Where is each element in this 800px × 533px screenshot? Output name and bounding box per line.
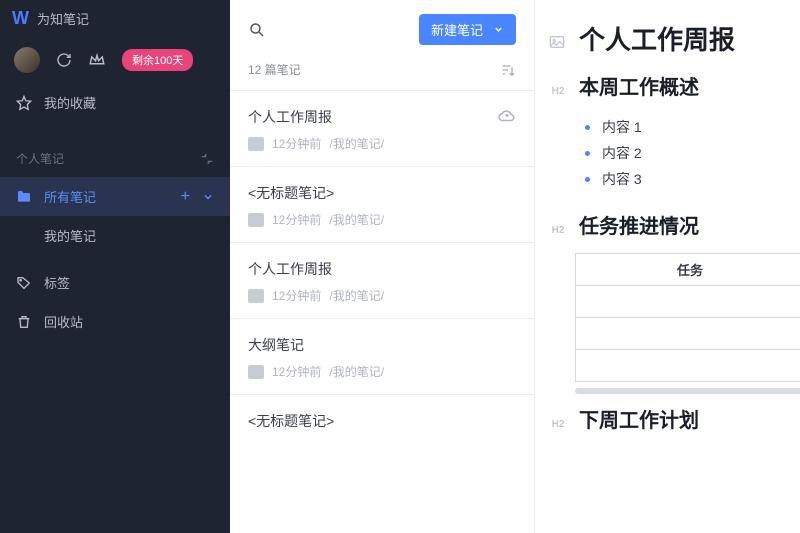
bullet-item[interactable]: 内容 3	[585, 166, 796, 192]
cloud-upload-icon[interactable]	[498, 107, 516, 125]
note-meta: 12分钟前/我的笔记/	[248, 211, 516, 228]
note-time: 12分钟前	[272, 211, 321, 228]
note-list-panel: 新建笔记 12 篇笔记 个人工作周报 12分钟前/我的笔记/ <无标题笔记> 12分钟…	[230, 0, 535, 533]
nav-label: 标签	[44, 273, 70, 292]
note-title: <无标题笔记>	[248, 411, 516, 431]
nav-my-notes[interactable]: 我的笔记	[0, 216, 230, 255]
note-time: 12分钟前	[272, 287, 321, 304]
note-meta: 12分钟前/我的笔记/	[248, 135, 516, 152]
note-path: /我的笔记/	[329, 135, 384, 152]
chevron-down-icon[interactable]	[202, 191, 214, 203]
section-personal: 个人笔记	[0, 140, 230, 177]
button-label: 新建笔记	[431, 20, 483, 39]
note-type-icon	[248, 289, 264, 303]
bullet-text: 内容 1	[602, 117, 642, 137]
note-card[interactable]: 个人工作周报 12分钟前/我的笔记/	[230, 90, 534, 166]
heading[interactable]: 任务推进情况	[579, 210, 699, 239]
nav-trash[interactable]: 回收站	[0, 302, 230, 341]
nav-label: 回收站	[44, 312, 83, 331]
note-type-icon	[248, 365, 264, 379]
note-path: /我的笔记/	[329, 211, 384, 228]
search-icon[interactable]	[248, 21, 266, 39]
bullet-item[interactable]: 内容 1	[585, 114, 796, 140]
list-subheader: 12 篇笔记	[230, 55, 534, 90]
app-header: W 为知笔记	[0, 0, 230, 37]
nav-all-notes[interactable]: 所有笔记 +	[0, 177, 230, 216]
add-icon[interactable]: +	[181, 188, 190, 206]
note-title: 大纲笔记	[248, 335, 516, 355]
note-title: <无标题笔记>	[248, 183, 516, 203]
heading[interactable]: 本周工作概述	[579, 71, 699, 100]
table-scrollbar[interactable]	[575, 388, 800, 394]
profile-row: 剩余100天	[0, 37, 230, 83]
nav-label: 我的笔记	[44, 229, 96, 244]
nav-favorites[interactable]: 我的收藏	[0, 83, 230, 122]
note-title: 个人工作周报	[248, 107, 516, 127]
note-title: 个人工作周报	[248, 259, 516, 279]
doc-title[interactable]: 个人工作周报	[579, 20, 735, 57]
bullet-list[interactable]: 内容 1 内容 2 内容 3	[585, 114, 796, 192]
trial-badge[interactable]: 剩余100天	[122, 49, 193, 71]
note-card[interactable]: 个人工作周报 12分钟前/我的笔记/	[230, 242, 534, 318]
app-logo-icon: W	[12, 8, 29, 29]
note-card[interactable]: <无标题笔记> 12分钟前/我的笔记/	[230, 166, 534, 242]
h2-row: H2 下周工作计划	[549, 404, 796, 433]
bullet-text: 内容 2	[602, 143, 642, 163]
nav-label: 所有笔记	[44, 187, 96, 206]
table-cell[interactable]	[576, 286, 800, 318]
app-name: 为知笔记	[37, 9, 89, 28]
table-header: 任务	[576, 254, 800, 286]
swap-icon[interactable]	[200, 152, 214, 166]
h2-marker: H2	[549, 419, 567, 430]
star-icon	[16, 95, 32, 111]
bullet-item[interactable]: 内容 2	[585, 140, 796, 166]
note-count: 12 篇笔记	[248, 61, 301, 78]
h2-marker: H2	[549, 86, 567, 97]
note-path: /我的笔记/	[329, 363, 384, 380]
h2-row: H2 本周工作概述	[549, 71, 796, 100]
note-card[interactable]: <无标题笔记>	[230, 394, 534, 453]
note-card[interactable]: 大纲笔记 12分钟前/我的笔记/	[230, 318, 534, 394]
image-block-icon	[549, 35, 567, 49]
section-label: 个人笔记	[16, 150, 64, 167]
sidebar: W 为知笔记 剩余100天 我的收藏 个人笔记 所有笔记 + 我的笔记 标签	[0, 0, 230, 533]
trash-icon	[16, 314, 32, 330]
bullet-dot-icon	[585, 125, 590, 130]
sort-icon[interactable]	[500, 62, 516, 78]
h2-marker: H2	[549, 225, 567, 236]
note-meta: 12分钟前/我的笔记/	[248, 363, 516, 380]
table-cell[interactable]	[576, 318, 800, 350]
new-note-button[interactable]: 新建笔记	[419, 14, 516, 45]
editor-title-row: 个人工作周报	[549, 20, 796, 57]
bullet-dot-icon	[585, 177, 590, 182]
nav-label: 我的收藏	[44, 93, 96, 112]
note-time: 12分钟前	[272, 135, 321, 152]
h2-row: H2 任务推进情况	[549, 210, 796, 239]
bullet-text: 内容 3	[602, 169, 642, 189]
note-meta: 12分钟前/我的笔记/	[248, 287, 516, 304]
sync-icon[interactable]	[56, 52, 72, 68]
heading[interactable]: 下周工作计划	[579, 404, 699, 433]
tag-icon	[16, 275, 32, 291]
nav-tags[interactable]: 标签	[0, 263, 230, 302]
note-type-icon	[248, 137, 264, 151]
note-time: 12分钟前	[272, 363, 321, 380]
bullet-dot-icon	[585, 151, 590, 156]
task-table[interactable]: 任务	[575, 253, 800, 382]
table-cell[interactable]	[576, 350, 800, 382]
crown-icon[interactable]	[88, 51, 106, 69]
avatar[interactable]	[14, 47, 40, 73]
note-type-icon	[248, 213, 264, 227]
chevron-down-icon	[493, 24, 504, 35]
folder-icon	[16, 189, 32, 205]
note-path: /我的笔记/	[329, 287, 384, 304]
list-toolbar: 新建笔记	[230, 0, 534, 55]
editor-panel: 个人工作周报 H2 本周工作概述 内容 1内容 2内容 3 H2 任务推进情况 …	[535, 0, 800, 533]
